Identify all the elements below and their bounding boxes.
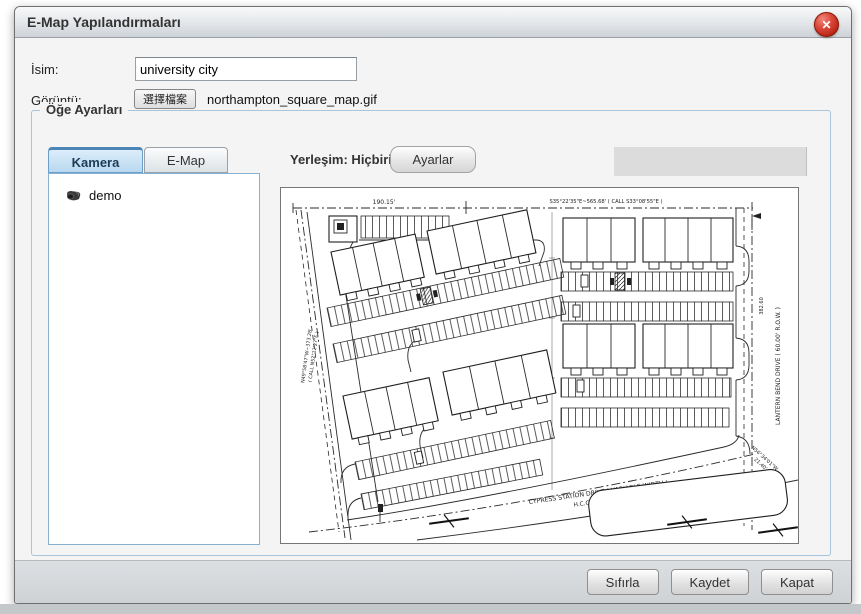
tab-emap[interactable]: E-Map [144, 147, 228, 173]
dialog-titlebar: E-Map Yapılandırmaları [15, 7, 851, 38]
choose-file-button[interactable]: 選擇檔案 [134, 89, 196, 109]
camera-icon [65, 189, 82, 202]
map-street-right: LANTERN BEND DRIVE ( 60.00' R.O.W. ) [775, 307, 782, 425]
emap-config-dialog: E-Map Yapılandırmaları ✕ İsim: Görüntü: … [14, 6, 852, 604]
buildings-right [561, 218, 733, 427]
close-button[interactable]: Kapat [761, 569, 833, 595]
map-dim-top: 190.15' [373, 199, 396, 206]
tree-item-label: demo [89, 188, 122, 203]
cypress-station-drive [309, 435, 798, 540]
settings-button[interactable]: Ayarlar [390, 146, 476, 173]
dialog-title: E-Map Yapılandırmaları [27, 14, 181, 30]
toolbar-strip [614, 147, 807, 176]
reset-button[interactable]: Sıfırla [587, 569, 659, 595]
tab-kamera[interactable]: Kamera [48, 147, 143, 173]
image-filename: northampton_square_map.gif [207, 92, 377, 107]
close-icon[interactable]: ✕ [814, 12, 839, 37]
map-dim-right: 382.60 [759, 297, 765, 315]
layout-label: Yerleşim: Hiçbiri [290, 152, 392, 167]
close-glyph: ✕ [821, 18, 831, 32]
site-plan-image: 190.15' S35°22'35"E~565.68' ( CALL S33°0… [281, 188, 798, 543]
dialog-footer: Sıfırla Kaydet Kapat [15, 560, 851, 603]
item-settings-groupbox: Öğe Ayarları Kamera E-Map demo Yerleşim:… [31, 110, 831, 556]
tree-item-demo[interactable]: demo [49, 174, 259, 203]
name-input[interactable] [135, 57, 357, 81]
save-button[interactable]: Kaydet [671, 569, 749, 595]
groupbox-legend: Öğe Ayarları [40, 102, 128, 117]
buildings-left [327, 210, 566, 510]
name-label: İsim: [31, 62, 58, 77]
camera-tree[interactable]: demo [48, 173, 260, 545]
map-preview-panel: 190.15' S35°22'35"E~565.68' ( CALL S33°0… [280, 187, 799, 544]
map-bearing-top: S35°22'35"E~565.68' ( CALL S33°08'55"E ) [549, 199, 662, 205]
background-strip [0, 604, 861, 614]
